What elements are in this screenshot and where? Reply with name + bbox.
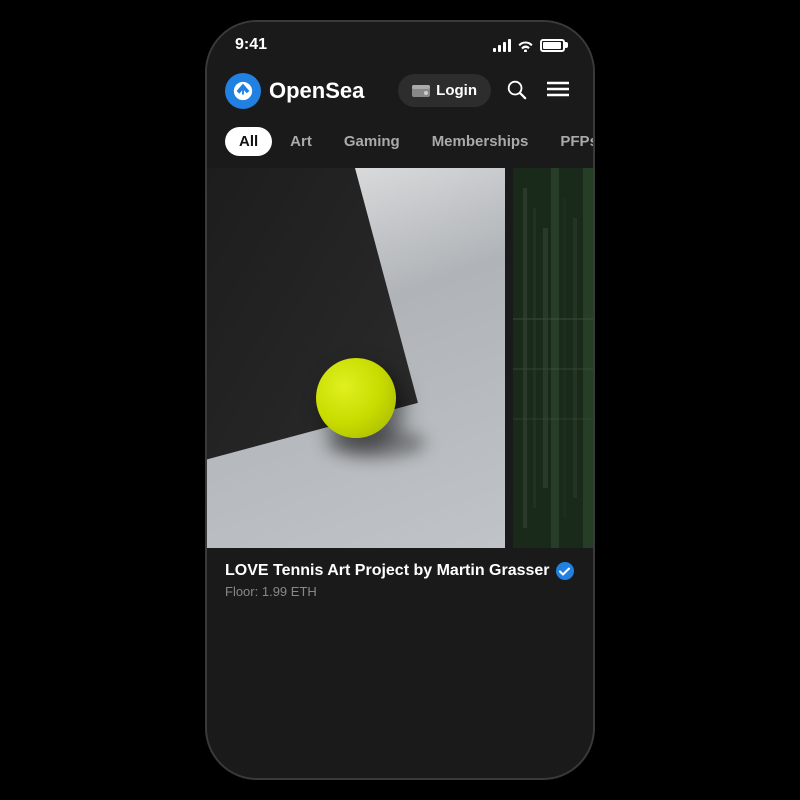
- nft-floor: Floor: 1.99 ETH: [225, 584, 575, 599]
- verified-badge: [556, 562, 574, 580]
- architecture-art: [513, 168, 593, 548]
- search-button[interactable]: [499, 72, 533, 109]
- wallet-icon: [412, 84, 430, 98]
- checkmark-icon: [559, 567, 570, 576]
- login-button[interactable]: Login: [398, 74, 491, 107]
- tab-art[interactable]: Art: [276, 127, 326, 156]
- secondary-scene: [513, 168, 593, 548]
- login-label: Login: [436, 82, 477, 99]
- floor-value: 1.99 ETH: [262, 584, 317, 599]
- status-bar: 9:41: [207, 22, 593, 62]
- floor-label: Floor:: [225, 584, 258, 599]
- tennis-scene: [207, 168, 505, 548]
- tab-pfps[interactable]: PFPs: [546, 127, 593, 156]
- logo-container: OpenSea: [225, 73, 390, 109]
- nft-card-container: [207, 168, 593, 548]
- status-icons: [493, 38, 565, 52]
- nft-info: LOVE Tennis Art Project by Martin Grasse…: [207, 548, 593, 617]
- signal-icon: [493, 38, 511, 52]
- tab-gaming[interactable]: Gaming: [330, 127, 414, 156]
- category-tabs: All Art Gaming Memberships PFPs: [207, 119, 593, 168]
- nft-card-main[interactable]: [207, 168, 505, 548]
- tennis-ball: [316, 358, 396, 438]
- nft-card-secondary[interactable]: [513, 168, 593, 548]
- content-area: LOVE Tennis Art Project by Martin Grasse…: [207, 168, 593, 778]
- opensea-logo-icon: [232, 80, 254, 102]
- wifi-icon: [517, 39, 534, 52]
- status-time: 9:41: [235, 36, 267, 54]
- menu-button[interactable]: [541, 75, 575, 106]
- battery-icon: [540, 39, 565, 52]
- opensea-logo: [225, 73, 261, 109]
- tab-all[interactable]: All: [225, 127, 272, 156]
- nft-title: LOVE Tennis Art Project by Martin Grasse…: [225, 562, 550, 580]
- search-icon: [505, 78, 527, 100]
- tab-memberships[interactable]: Memberships: [418, 127, 543, 156]
- app-title: OpenSea: [269, 78, 364, 104]
- header: OpenSea Login: [207, 62, 593, 119]
- nft-title-row: LOVE Tennis Art Project by Martin Grasse…: [225, 562, 575, 580]
- hamburger-icon: [547, 81, 569, 97]
